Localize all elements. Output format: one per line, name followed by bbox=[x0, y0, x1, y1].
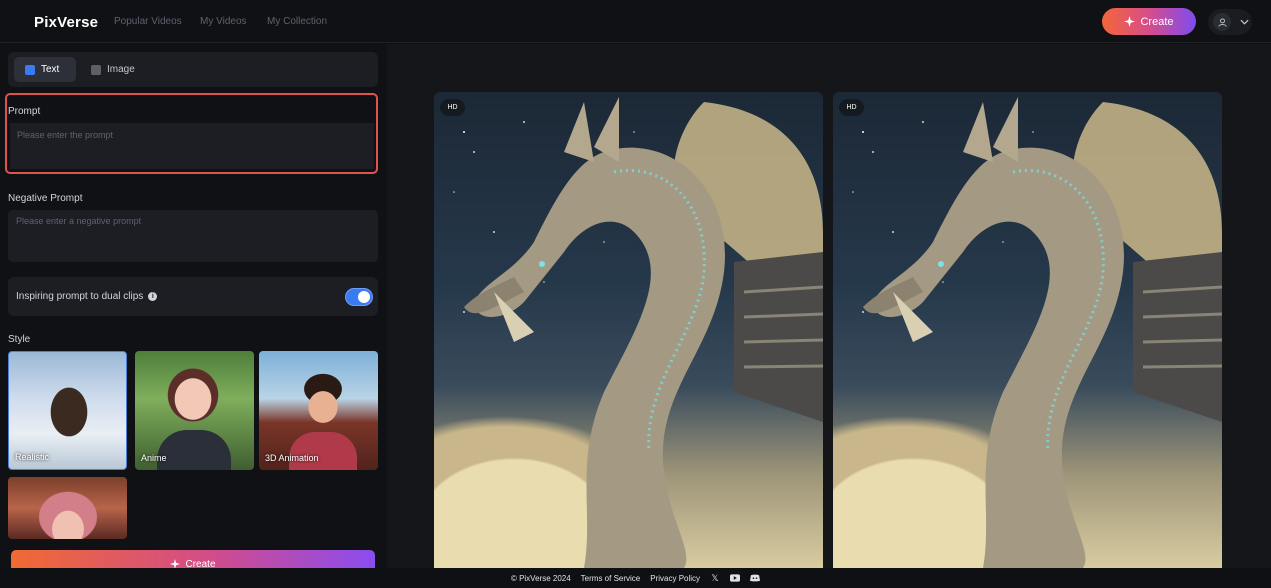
inspiring-prompt-label: Inspiring prompt to dual clips bbox=[16, 291, 144, 302]
youtube-icon[interactable] bbox=[730, 573, 741, 583]
dragon-video-thumbnail bbox=[852, 97, 1222, 568]
style-option-fourth[interactable] bbox=[8, 477, 127, 539]
tab-image-label: Image bbox=[107, 64, 135, 75]
3d-thumbnail-figure bbox=[289, 432, 357, 470]
nav-popular-videos[interactable]: Popular Videos bbox=[114, 16, 182, 27]
terms-link[interactable]: Terms of Service bbox=[581, 574, 641, 583]
chevron-down-icon[interactable] bbox=[1240, 19, 1249, 25]
user-avatar-icon[interactable] bbox=[1213, 13, 1231, 31]
style-option-label: Realistic bbox=[15, 452, 50, 462]
video-preview-card[interactable]: HD bbox=[833, 92, 1222, 568]
prompt-input[interactable] bbox=[10, 123, 374, 169]
privacy-link[interactable]: Privacy Policy bbox=[650, 574, 700, 583]
x-icon[interactable]: 𝕏 bbox=[710, 573, 720, 583]
tab-text-label: Text bbox=[41, 64, 60, 75]
mode-switcher: Text Image bbox=[8, 52, 378, 87]
generation-panel: Text Image Prompt Negative Prompt Inspir… bbox=[0, 44, 386, 574]
inspiring-prompt-row: Inspiring prompt to dual clips i bbox=[8, 277, 378, 316]
top-header: PixVerse Popular Videos My Videos My Col… bbox=[0, 0, 1271, 43]
text-mode-icon bbox=[25, 64, 35, 75]
user-menu[interactable] bbox=[1208, 9, 1252, 35]
copyright-text: © PixVerse 2024 bbox=[510, 573, 571, 583]
nav-my-collection[interactable]: My Collection bbox=[267, 16, 327, 27]
hd-badge: HD bbox=[440, 99, 465, 116]
style-option-anime[interactable]: Anime bbox=[135, 351, 254, 470]
style-label: Style bbox=[8, 334, 31, 345]
header-create-label: Create bbox=[1140, 15, 1174, 28]
anime-thumbnail-figure bbox=[157, 430, 231, 470]
prompt-label: Prompt bbox=[8, 106, 41, 117]
dragon-video-thumbnail bbox=[453, 97, 823, 568]
app-logo[interactable]: PixVerse bbox=[34, 14, 98, 31]
image-mode-icon bbox=[91, 64, 101, 75]
video-preview-card[interactable]: HD bbox=[434, 92, 823, 568]
tab-text[interactable]: Text bbox=[14, 57, 76, 82]
prompt-section: Prompt bbox=[5, 93, 378, 174]
hd-badge: HD bbox=[839, 99, 864, 116]
video-preview-area: HD HD bbox=[387, 44, 1271, 568]
style-option-label: 3D Animation bbox=[265, 453, 319, 463]
inspiring-prompt-toggle[interactable] bbox=[346, 289, 372, 305]
discord-icon[interactable] bbox=[750, 573, 761, 583]
nav-my-videos[interactable]: My Videos bbox=[200, 16, 247, 27]
sparkle-icon bbox=[1124, 16, 1136, 27]
style-option-realistic[interactable]: Realistic bbox=[8, 351, 127, 470]
tab-image[interactable]: Image bbox=[80, 57, 150, 82]
info-icon[interactable]: i bbox=[148, 292, 158, 301]
style-option-label: Anime bbox=[141, 453, 167, 463]
footer: © PixVerse 2024 Terms of Service Privacy… bbox=[0, 568, 1271, 588]
negative-prompt-label: Negative Prompt bbox=[8, 193, 83, 204]
style-option-3d-animation[interactable]: 3D Animation bbox=[259, 351, 378, 470]
negative-prompt-input[interactable] bbox=[8, 210, 378, 262]
header-create-button[interactable]: Create bbox=[1102, 8, 1196, 35]
